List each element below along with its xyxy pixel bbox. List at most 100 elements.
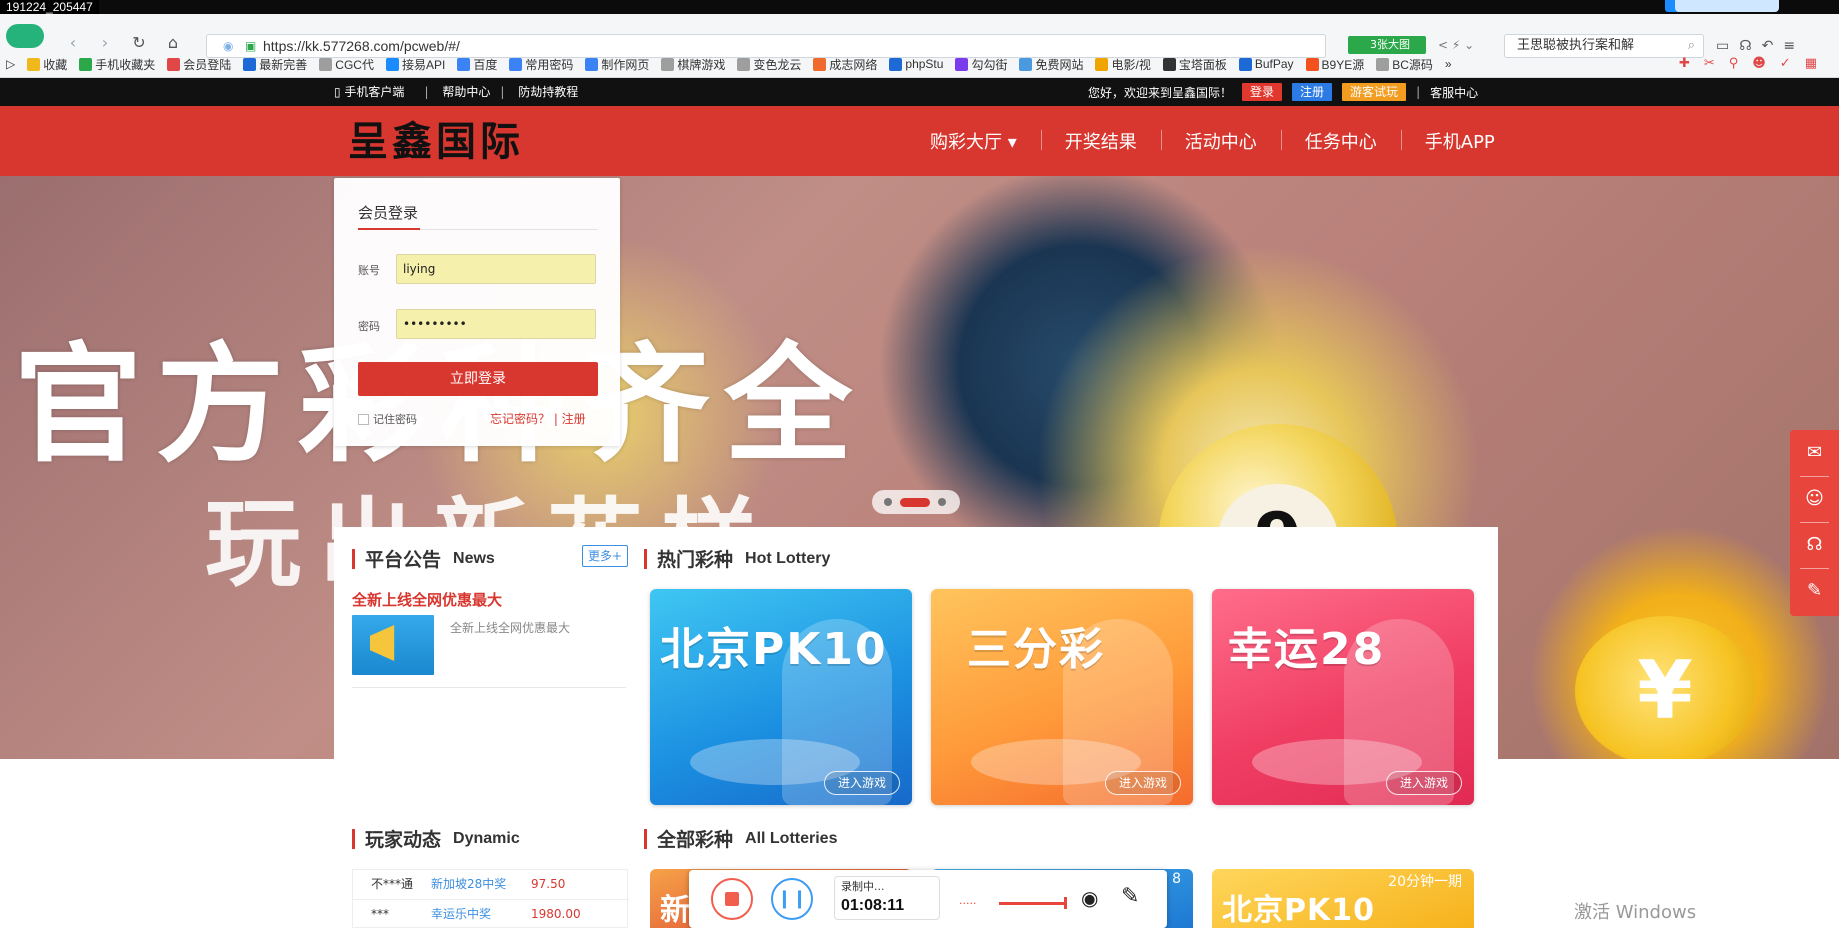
enter-game-button[interactable]: 进入游戏 [1386,771,1462,795]
bookmark-icon [27,57,41,71]
card-tag: 8 [1172,871,1181,887]
bookmark-item[interactable]: 成志网络 [813,56,877,73]
mobile-client-link[interactable]: ▯ 手机客户端 [334,85,414,99]
bookmark-item[interactable]: 接易API [385,56,445,73]
bookmark-icon [167,57,181,71]
player-name: *** [371,907,389,921]
game-name[interactable]: 幸运乐中奖 [431,900,491,928]
bookmark-tools[interactable]: ✚✂⚲☻✓▦ [1679,52,1831,76]
nav-results[interactable]: 开奖结果 [1040,128,1161,154]
bookmark-icon [1305,57,1319,71]
bookmark-item[interactable]: 手机收藏夹 [79,56,155,73]
bookmark-item[interactable]: CGC代 [319,56,374,73]
carousel-dot[interactable] [938,498,946,506]
hot-lottery-title: 热门彩种 Hot Lottery [644,545,830,572]
bookmark-item[interactable]: 勾勾街 [955,56,1007,73]
wechat-icon[interactable]: ✉ [1790,430,1839,476]
card-title: 北京PK10 [1222,893,1375,928]
nav-lottery-hall[interactable]: 购彩大厅 ▾ [906,128,1041,154]
notice-title-en: News [453,549,495,567]
bookmark-item[interactable]: 制作网页 [585,56,649,73]
remember-checkbox[interactable] [358,413,369,425]
stop-record-button[interactable] [711,878,753,920]
carousel-dots [872,490,960,514]
anti-hijack-link[interactable]: 防劫持教程 [518,85,578,99]
carousel-dot[interactable] [884,498,892,506]
login-title: 会员登录 [358,204,419,222]
enter-game-button[interactable]: 进入游戏 [824,771,900,795]
bookmark-icon [385,57,399,71]
bookmark-item[interactable]: 收藏 [27,56,67,73]
player-name: 不***通 [371,877,414,891]
password-input[interactable]: ••••••••• [396,309,596,339]
lottery-card-lucky28[interactable]: 幸运28 进入游戏 [1212,589,1474,805]
bookmark-item[interactable]: 电影/视 [1095,56,1151,73]
bookmark-item[interactable]: 最新完善 [243,56,307,73]
bookmark-icon [1019,57,1033,71]
more-news-button[interactable]: 更多+ [582,545,628,567]
divider: | [424,85,429,99]
bookmark-icon [1376,57,1390,71]
remember-password[interactable]: 记住密码 [358,411,417,427]
megaphone-icon[interactable] [352,615,434,675]
headset-icon[interactable]: ☊ [1790,522,1839,568]
divider: | [500,85,505,99]
account-input[interactable]: liying [396,254,596,284]
title-bar [352,828,355,849]
top-login-button[interactable]: 登录 [1242,83,1283,101]
carousel-dot-active[interactable] [900,498,930,507]
bookmark-item[interactable]: 常用密码 [509,56,573,73]
login-panel: 会员登录 账号 liying 密码 ••••••••• 立即登录 记住密码 忘记… [334,178,620,446]
title-underline [358,228,420,230]
nav-activities[interactable]: 活动中心 [1160,128,1281,154]
help-center-link[interactable]: 帮助中心 [442,85,490,99]
bookmark-item[interactable]: 免费网站 [1019,56,1083,73]
lottery-card-mini[interactable]: 北京PK10 20分钟一期 [1212,869,1474,928]
pause-record-button[interactable]: ❙❙ [771,878,813,920]
webcam-icon[interactable]: ◉ [1081,886,1098,910]
bookmark-item[interactable]: 宝塔面板 [1162,56,1227,73]
news-description[interactable]: 全新上线全网优惠最大 [450,619,570,636]
lottery-card-sanfencai[interactable]: 三分彩 进入游戏 [931,589,1193,805]
pencil-icon[interactable]: ✎ [1790,568,1839,614]
game-name[interactable]: 新加坡28中奖 [431,870,506,898]
bookmark-toggle-icon[interactable]: ▷ [6,57,15,71]
qq-icon[interactable]: ☺ [1790,476,1839,522]
news-headline[interactable]: 全新上线全网优惠最大 [352,589,502,610]
forgot-register-link[interactable]: 忘记密码？ | 注册 [490,410,586,427]
record-status-text: 录制中... [841,880,885,893]
bookmark-item[interactable]: phpStu [889,57,943,71]
bookmark-icon [243,57,257,71]
site-header: 呈鑫国际 购彩大厅 ▾ 开奖结果 活动中心 任务中心 手机APP [0,106,1839,176]
nav-mobile-app[interactable]: 手机APP [1400,128,1519,154]
browser-logo-icon [6,24,44,48]
bookmark-item[interactable]: 会员登陆 [167,56,231,73]
guest-trial-button[interactable]: 游客试玩 [1342,83,1407,101]
bookmark-item[interactable]: BufPay [1238,57,1294,71]
volume-slider[interactable] [999,897,1067,909]
bookmark-item[interactable]: 棋牌游戏 [661,56,725,73]
card-title: 北京PK10 [660,624,888,675]
title-bar [644,828,647,849]
top-register-button[interactable]: 注册 [1292,83,1333,101]
all-title-cn: 全部彩种 [657,829,734,851]
dynamic-title-cn: 玩家动态 [365,829,442,851]
card-title: 三分彩 [967,624,1105,675]
pen-icon[interactable]: ✎ [1121,884,1139,909]
nav-tasks[interactable]: 任务中心 [1280,128,1401,154]
bookmark-item[interactable]: BC源码 [1376,56,1433,73]
bookmark-overflow-icon[interactable]: » [1445,57,1452,71]
bookmark-item[interactable]: 百度 [457,56,497,73]
bookmark-item[interactable]: B9YE源 [1305,56,1364,73]
bookmark-item[interactable]: 变色龙云 [737,56,801,73]
site-logo[interactable]: 呈鑫国际 [348,122,524,162]
customer-service-link[interactable]: 客服中心 [1430,84,1478,101]
bookmark-icon [955,57,969,71]
title-bar [644,548,647,569]
lottery-card-pk10[interactable]: 北京PK10 进入游戏 [650,589,912,805]
login-submit-button[interactable]: 立即登录 [358,362,598,396]
enter-game-button[interactable]: 进入游戏 [1105,771,1181,795]
all-title-en: All Lotteries [745,829,838,847]
dynamic-title-en: Dynamic [453,829,520,847]
bookmark-icon [585,57,599,71]
